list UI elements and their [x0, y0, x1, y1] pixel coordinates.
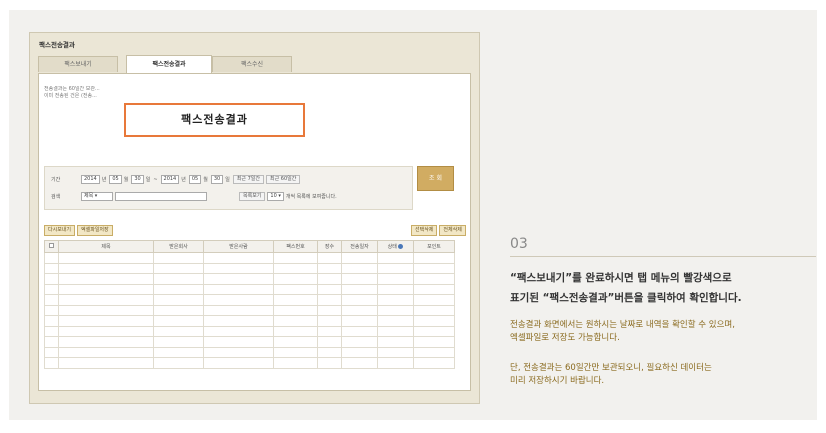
tab-fax-send[interactable]: 팩스보내기: [38, 56, 118, 72]
search-input[interactable]: [115, 192, 207, 201]
period-row: 기간 2014 년 05 월 30 일 ~ 2014 년 05 월 30 일 최…: [51, 174, 302, 185]
search-field-select[interactable]: 제목 ▾: [81, 192, 113, 201]
table-row: [44, 262, 455, 274]
tab-bar: 팩스보내기 팩스전송결과 팩스수신: [38, 55, 471, 73]
table-row: [44, 252, 455, 264]
col-status: 상태: [377, 240, 414, 253]
help-icon[interactable]: [398, 244, 404, 249]
last-7-days-button[interactable]: 최근 7일간: [232, 175, 264, 184]
search-row: 검색 제목 ▾ 목록보기 10 ▾ 개씩 목록에 보여줍니다.: [51, 191, 337, 202]
notice-text: 전송결과는 60일간 보관... 이미 전송된 건은 (전송...: [44, 86, 100, 99]
description-paragraph-1: 전송결과 화면에서는 원하시는 날짜로 내역을 확인할 수 있으며, 엑셀파일로…: [510, 320, 735, 343]
period-label: 기간: [51, 177, 61, 183]
page-title: 팩스전송결과: [39, 41, 75, 49]
delete-all-button[interactable]: 전체삭제: [439, 225, 466, 236]
table-body: [44, 252, 455, 369]
per-page-label: 목록보기: [239, 192, 266, 201]
col-company: 받은회사: [153, 240, 204, 253]
right-actions: 선택삭제 전체삭제: [411, 225, 468, 236]
from-month-input[interactable]: 05: [109, 175, 122, 184]
delete-selected-button[interactable]: 선택삭제: [411, 225, 438, 236]
table-row: [44, 357, 455, 369]
col-points: 포인트: [413, 240, 455, 253]
col-sent-date: 전송일자: [341, 240, 378, 253]
excel-save-button[interactable]: 엑셀파일저장: [77, 225, 113, 236]
table-row: [44, 336, 455, 348]
step-number: 03: [510, 236, 528, 252]
from-day-input[interactable]: 30: [131, 175, 144, 184]
divider: [510, 256, 816, 257]
filter-panel: 기간 2014 년 05 월 30 일 ~ 2014 년 05 월 30 일 최…: [44, 166, 413, 210]
from-year-input[interactable]: 2014: [81, 175, 100, 184]
search-button[interactable]: 조 회: [417, 166, 454, 191]
result-table: 제목 받은회사 받은사람 팩스번호 장수 전송일자 상태 포인트: [44, 240, 455, 369]
table-row: [44, 315, 455, 327]
table-row: [44, 283, 455, 295]
description-paragraph-2: 단, 전송결과는 60일간만 보관되오니, 필요하신 데이터는 미리 저장하시기…: [510, 363, 712, 386]
col-fax-number: 팩스번호: [273, 240, 318, 253]
to-month-input[interactable]: 05: [188, 175, 202, 184]
col-title: 제목: [58, 240, 154, 253]
table-row: [44, 273, 455, 285]
background-panel: 팩스전송결과 팩스보내기 팩스전송결과 팩스수신 전송결과는 60일간 보관..…: [9, 10, 817, 420]
table-row: [44, 294, 455, 306]
range-separator: ~: [153, 176, 158, 183]
tab-fax-receive[interactable]: 팩스수신: [212, 56, 292, 72]
table-header-row: 제목 받은회사 받은사람 팩스번호 장수 전송일자 상태 포인트: [44, 240, 455, 253]
chevron-down-icon: ▾: [94, 193, 98, 199]
table-row: [44, 304, 455, 316]
col-pages: 장수: [317, 240, 342, 253]
fax-result-screenshot: 팩스전송결과 팩스보내기 팩스전송결과 팩스수신 전송결과는 60일간 보관..…: [29, 32, 480, 404]
last-60-days-button[interactable]: 최근 60일간: [266, 175, 301, 184]
select-all-checkbox[interactable]: [44, 240, 59, 253]
tab-fax-result[interactable]: 팩스전송결과: [126, 55, 212, 73]
step-heading: “팩스보내기”를 완료하시면 탭 메뉴의 빨강색으로 표기된 “팩스전송결과”버…: [510, 272, 742, 304]
left-actions: 다시보내기 엑셀파일저장: [44, 225, 115, 236]
to-day-input[interactable]: 30: [210, 175, 224, 184]
to-year-input[interactable]: 2014: [160, 175, 180, 184]
table-row: [44, 325, 455, 337]
result-tab-callout: 팩스전송결과: [124, 103, 305, 137]
table-row: [44, 346, 455, 358]
chevron-down-icon: ▾: [278, 193, 281, 199]
search-label: 검색: [51, 194, 61, 200]
per-page-suffix: 개씩 목록에 보여줍니다.: [285, 194, 337, 200]
col-recipient: 받은사람: [203, 240, 274, 253]
per-page-select[interactable]: 10 ▾: [267, 192, 284, 201]
resend-button[interactable]: 다시보내기: [44, 225, 76, 236]
